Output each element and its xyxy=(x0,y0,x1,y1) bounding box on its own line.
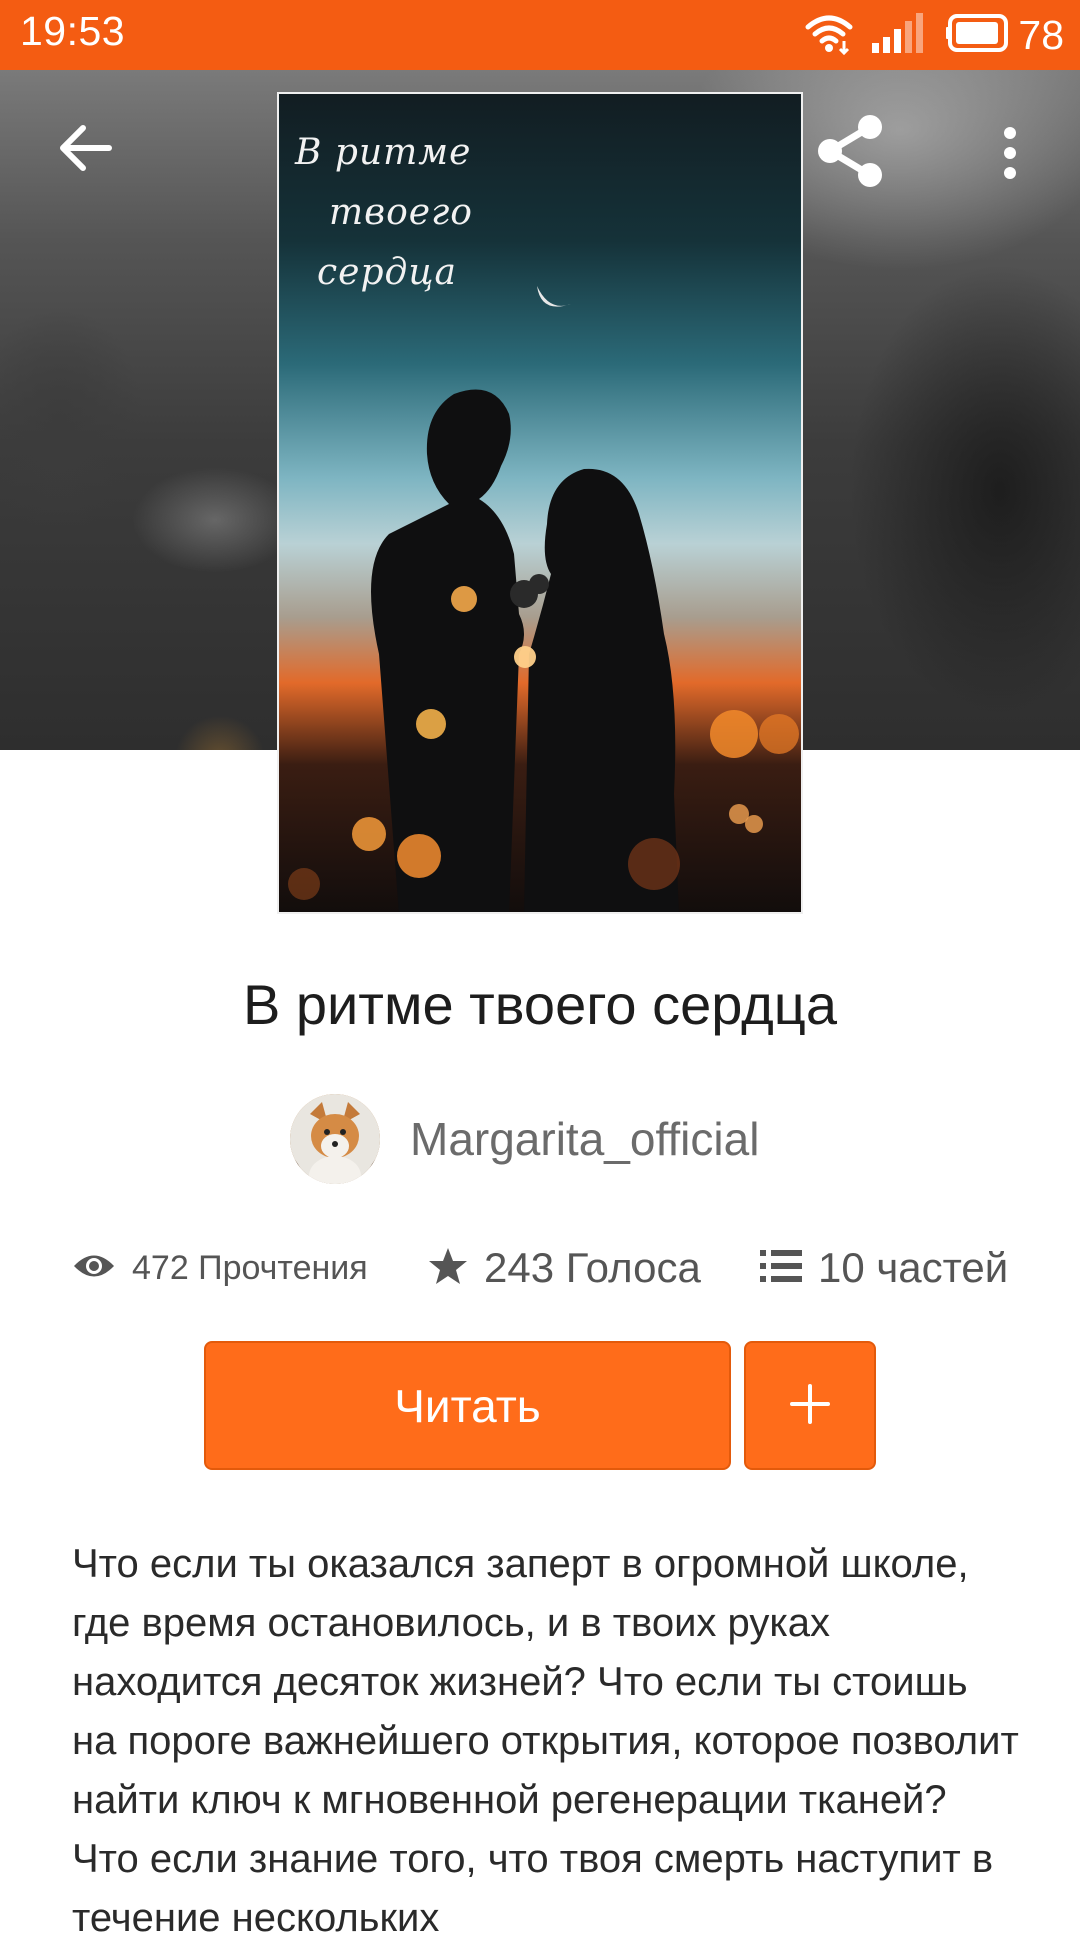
star-icon xyxy=(428,1246,468,1291)
signal-icon xyxy=(872,12,928,58)
parts-stat: 10 частей xyxy=(760,1238,1008,1298)
cover-title-line-3: сердца xyxy=(317,252,457,293)
back-button[interactable] xyxy=(40,110,130,190)
more-vert-icon xyxy=(1002,126,1018,184)
status-bar: 19:53 78 xyxy=(0,0,1080,70)
status-time: 19:53 xyxy=(20,8,126,54)
battery-indicator: 78 xyxy=(946,12,1064,59)
parts-count: 10 частей xyxy=(818,1244,1009,1291)
reads-count: 472 Прочтения xyxy=(132,1248,368,1287)
reads-stat: 472 Прочтения xyxy=(72,1238,368,1298)
book-description: Что если ты оказался заперт в огромной ш… xyxy=(72,1542,1019,1940)
share-icon xyxy=(812,113,888,193)
read-button[interactable]: Читать xyxy=(204,1341,731,1470)
book-cover[interactable]: В ритме твоего сердца xyxy=(277,92,803,914)
eye-icon xyxy=(72,1251,116,1286)
cover-title-line-1: В ритме xyxy=(295,132,472,173)
votes-stat: 243 Голоса xyxy=(428,1238,701,1298)
battery-icon xyxy=(946,13,1012,58)
wifi-icon xyxy=(804,11,854,60)
more-options-button[interactable] xyxy=(975,110,1045,200)
share-button[interactable] xyxy=(805,108,895,198)
back-arrow-icon xyxy=(57,122,113,178)
book-title: В ритме твоего сердца xyxy=(242,973,838,1036)
author-name[interactable]: Margarita_official xyxy=(410,1112,759,1166)
add-to-library-button[interactable] xyxy=(744,1341,876,1470)
plus-icon xyxy=(788,1382,832,1430)
list-icon xyxy=(760,1249,802,1288)
cover-title-line-2: твоего xyxy=(329,192,473,233)
author-avatar[interactable] xyxy=(290,1094,380,1184)
votes-count: 243 Голоса xyxy=(484,1244,701,1291)
status-icons: 78 xyxy=(804,10,1064,60)
book-stats: 472 Прочтения 243 Голоса 10 частей xyxy=(0,1238,1080,1298)
author-link[interactable]: Margarita_official xyxy=(290,1094,759,1184)
battery-level: 78 xyxy=(1018,11,1064,58)
